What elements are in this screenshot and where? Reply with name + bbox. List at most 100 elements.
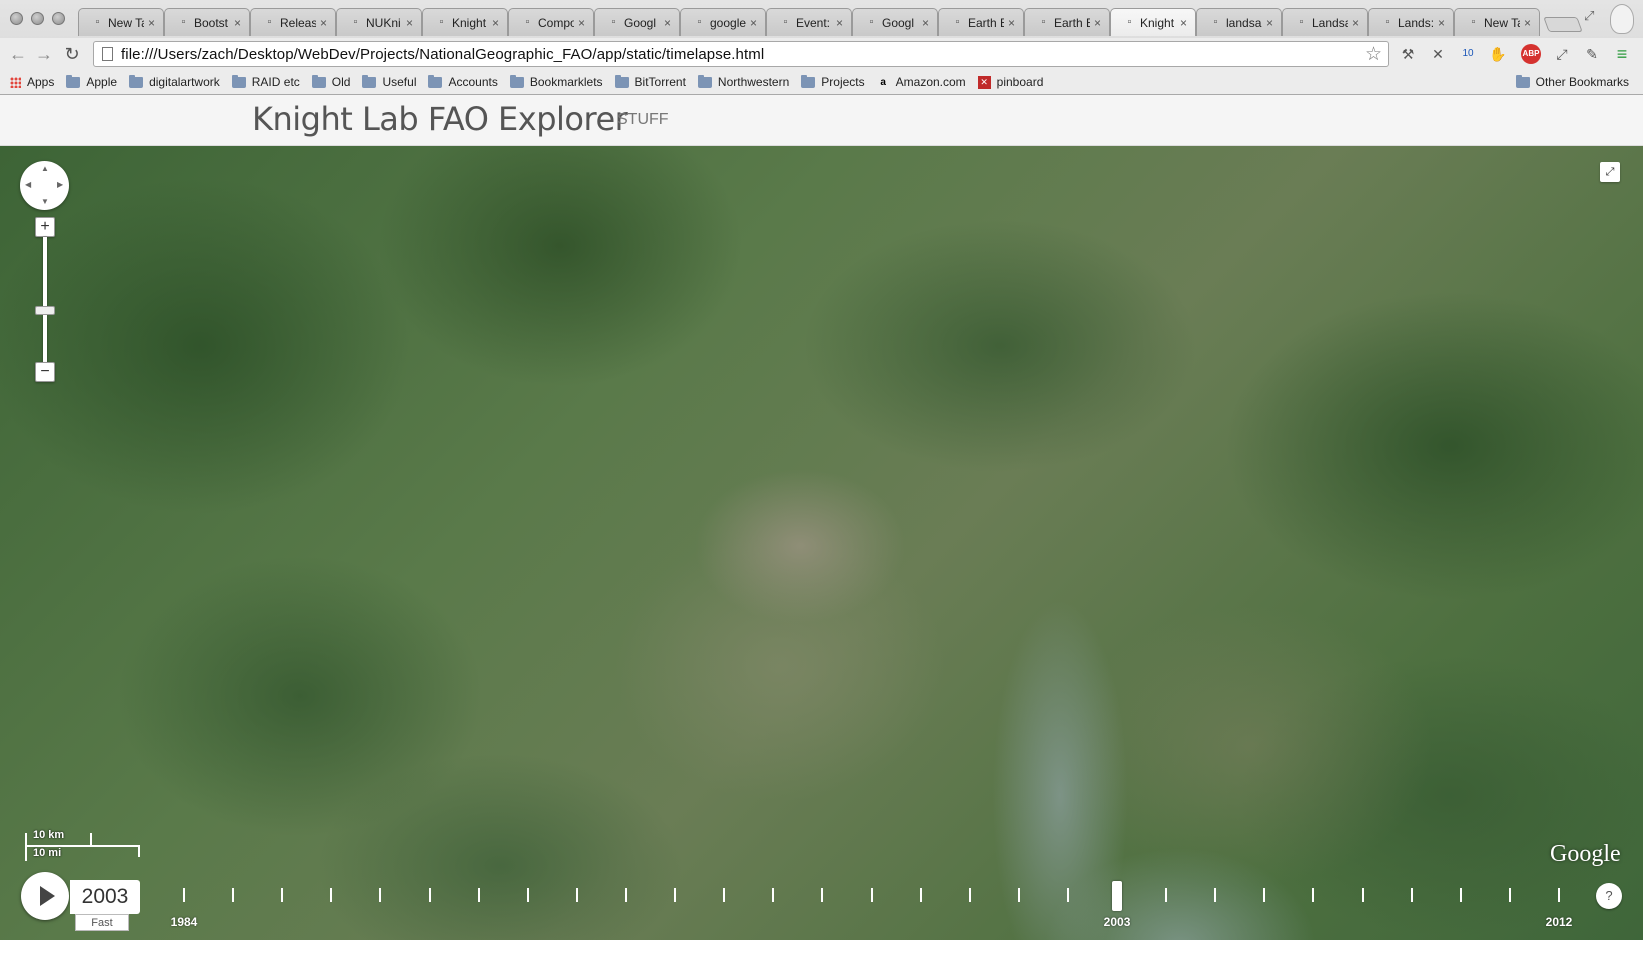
tab-close-icon[interactable]: × [1352, 16, 1359, 30]
pan-left-icon[interactable]: ◀ [25, 180, 31, 189]
timeline-tick[interactable] [870, 888, 873, 902]
zoom-window-button[interactable] [52, 12, 65, 25]
tab-close-icon[interactable]: × [1094, 16, 1101, 30]
tab-close-icon[interactable]: × [1008, 16, 1015, 30]
timeline-tick[interactable] [968, 888, 971, 902]
timeline-tick[interactable] [1459, 888, 1462, 902]
wrench-icon[interactable]: ⚒ [1398, 44, 1418, 64]
zoom-out-button[interactable]: − [35, 362, 55, 382]
timeline-tick[interactable] [1312, 888, 1315, 902]
zoom-in-button[interactable]: + [35, 217, 55, 237]
timeline-tick[interactable] [232, 888, 235, 902]
browser-tab[interactable]: ▫ Earth E × [1024, 8, 1110, 36]
browser-tab[interactable]: ▫ New Tab × [78, 8, 164, 36]
browser-tab[interactable]: ▫ Lands: × [1368, 8, 1454, 36]
eyedropper-icon[interactable]: ✎ [1582, 44, 1602, 64]
url-text[interactable]: file:///Users/zach/Desktop/WebDev/Projec… [121, 46, 764, 63]
menu-icon[interactable]: ≡ [1612, 44, 1632, 64]
browser-tab[interactable]: ▫ Landsa × [1282, 8, 1368, 36]
tab-close-icon[interactable]: × [1438, 16, 1445, 30]
back-button[interactable]: ← [8, 44, 28, 64]
bookmark-folder[interactable]: Apple [60, 74, 123, 89]
pan-control[interactable]: ▲ ▼ ◀ ▶ [20, 161, 69, 210]
timeline-tick[interactable] [1558, 888, 1560, 902]
google-attribution-logo[interactable]: Google [1550, 841, 1621, 868]
browser-tab[interactable]: ▫ Event: × [766, 8, 852, 36]
speed-toggle-button[interactable]: Fast [75, 914, 129, 931]
timeline-tick[interactable] [1361, 888, 1364, 902]
timeline-tick[interactable] [1066, 888, 1069, 902]
bookmark-folder[interactable]: Northwestern [692, 74, 795, 89]
timeline-tick[interactable] [428, 888, 431, 902]
address-bar[interactable]: file:///Users/zach/Desktop/WebDev/Projec… [93, 41, 1389, 67]
bookmark-folder[interactable]: RAID etc [226, 74, 306, 89]
timeline-tick[interactable] [183, 888, 185, 902]
bookmark-folder[interactable]: digitalartwork [123, 74, 226, 89]
browser-tab[interactable]: ▫ Earth E × [938, 8, 1024, 36]
bookmark-folder[interactable]: Useful [356, 74, 422, 89]
evernote-icon[interactable]: ✋ [1488, 44, 1508, 64]
timeline-tick[interactable] [919, 888, 922, 902]
timeline-tick[interactable] [1508, 888, 1511, 902]
profile-avatar[interactable] [1610, 4, 1634, 34]
fullscreen-window-icon[interactable]: ⤢ [1584, 8, 1594, 24]
play-button[interactable] [21, 872, 69, 920]
timeline-tick[interactable] [821, 888, 824, 902]
bookmark-pinboard[interactable]: ✕ pinboard [972, 75, 1050, 89]
tab-close-icon[interactable]: × [578, 16, 585, 30]
timeline-tick[interactable] [723, 888, 726, 902]
timeline-tick[interactable] [1017, 888, 1020, 902]
zoom-track[interactable] [43, 237, 47, 365]
tab-close-icon[interactable]: × [750, 16, 757, 30]
browser-tab[interactable]: ▫ Compo × [508, 8, 594, 36]
adblock-icon[interactable]: ABP [1521, 44, 1541, 64]
other-bookmarks-folder[interactable]: Other Bookmarks [1510, 74, 1635, 89]
timeline-tick[interactable] [526, 888, 529, 902]
zoom-slider-handle[interactable] [35, 305, 55, 315]
forward-button[interactable]: → [34, 44, 54, 64]
timeline-handle[interactable] [1112, 881, 1123, 911]
fullscreen-toggle-icon[interactable]: ⤢ [1600, 162, 1620, 182]
timeline-tick[interactable] [330, 888, 333, 902]
browser-tab[interactable]: ▫ Googl × [594, 8, 680, 36]
timeline-tick[interactable] [624, 888, 627, 902]
timeline-tick[interactable] [674, 888, 677, 902]
browser-tab[interactable]: ▫ Knight × [422, 8, 508, 36]
close-window-button[interactable] [10, 12, 23, 25]
help-button[interactable]: ? [1596, 883, 1622, 909]
tab-close-icon[interactable]: × [922, 16, 929, 30]
tab-close-icon[interactable]: × [1524, 16, 1531, 30]
browser-tab[interactable]: ▫ New Tab × [1454, 8, 1540, 36]
timeline-tick[interactable] [1410, 888, 1413, 902]
browser-tab[interactable]: ▫ landsa × [1196, 8, 1282, 36]
timeline-tick[interactable] [1214, 888, 1217, 902]
pan-down-icon[interactable]: ▼ [41, 197, 49, 206]
bookmark-folder[interactable]: BitTorrent [609, 74, 692, 89]
timeline-tick[interactable] [1165, 888, 1168, 902]
bookmark-folder[interactable]: Old [306, 74, 357, 89]
minimize-window-button[interactable] [31, 12, 44, 25]
timeline-tick[interactable] [477, 888, 480, 902]
tab-close-icon[interactable]: × [664, 16, 671, 30]
timeline-tick[interactable] [1263, 888, 1266, 902]
bookmark-folder[interactable]: Accounts [422, 74, 503, 89]
pan-right-icon[interactable]: ▶ [57, 180, 63, 189]
nav-link-stuff[interactable]: STUFF [617, 111, 669, 129]
tab-close-icon[interactable]: × [320, 16, 327, 30]
browser-tab[interactable]: ▫ google × [680, 8, 766, 36]
timeline-tick[interactable] [379, 888, 382, 902]
browser-tab[interactable]: ▫ Releas × [250, 8, 336, 36]
tab-close-icon[interactable]: × [1266, 16, 1273, 30]
bookmark-amazon[interactable]: a Amazon.com [871, 75, 972, 89]
new-tab-button[interactable] [1543, 17, 1583, 32]
bookmark-folder[interactable]: Projects [795, 74, 870, 89]
tab-close-icon[interactable]: × [836, 16, 843, 30]
tab-close-icon[interactable]: × [1180, 16, 1187, 30]
reload-button[interactable]: ↻ [62, 44, 82, 64]
timeline-tick[interactable] [281, 888, 284, 902]
timeline-tick[interactable] [575, 888, 578, 902]
pin-extension-icon[interactable]: ✕ [1428, 44, 1448, 64]
extension-badge[interactable]: 10 [1458, 44, 1478, 64]
timeline-slider[interactable]: 1984 2003 2012 [0, 146, 1643, 940]
browser-tab[interactable]: ▫ Bootst × [164, 8, 250, 36]
